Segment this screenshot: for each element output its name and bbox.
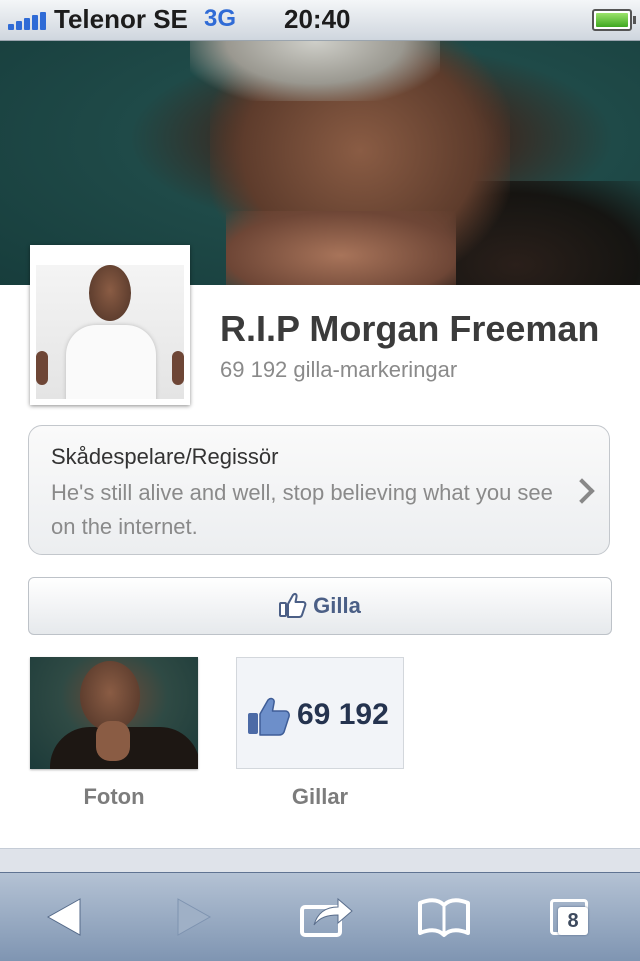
tabs-button[interactable]: 8 <box>544 891 604 943</box>
signal-strength-icon <box>8 10 48 30</box>
network-type: 3G <box>204 5 237 32</box>
thumbs-up-icon <box>248 697 290 736</box>
browser-toolbar: 8 <box>0 872 640 961</box>
page-category: Skådespelare/Regissör <box>51 444 279 469</box>
battery-icon <box>592 9 636 31</box>
carrier-name: Telenor SE <box>54 4 188 34</box>
page-title: R.I.P Morgan Freeman <box>220 308 600 349</box>
page-bottom-border <box>0 848 640 873</box>
status-time: 20:40 <box>284 4 351 34</box>
bookmarks-icon[interactable] <box>414 891 474 943</box>
about-box[interactable]: Skådespelare/Regissör He's still alive a… <box>28 425 610 555</box>
likes-count: 69 192 gilla-markeringar <box>220 357 458 382</box>
likes-tile-label: Gillar <box>291 784 349 809</box>
forward-arrow-icon[interactable] <box>160 891 220 943</box>
like-button-label: Gilla <box>313 593 361 618</box>
photos-tile[interactable] <box>30 657 198 769</box>
likes-tile-number: 69 192 <box>297 698 389 731</box>
likes-tile[interactable]: 69 192 <box>236 657 404 769</box>
chevron-right-icon <box>569 478 595 504</box>
like-button[interactable]: Gilla <box>28 577 612 635</box>
photos-tile-label: Foton <box>83 784 145 809</box>
status-bar: Telenor SE 3G 20:40 <box>0 0 640 41</box>
back-arrow-icon[interactable] <box>40 891 100 943</box>
tabs-count: 8 <box>558 907 588 935</box>
page-description: He's still alive and well, stop believin… <box>51 480 553 539</box>
profile-picture[interactable] <box>30 245 190 405</box>
thumbs-up-icon <box>279 593 307 619</box>
share-icon[interactable] <box>296 891 356 943</box>
